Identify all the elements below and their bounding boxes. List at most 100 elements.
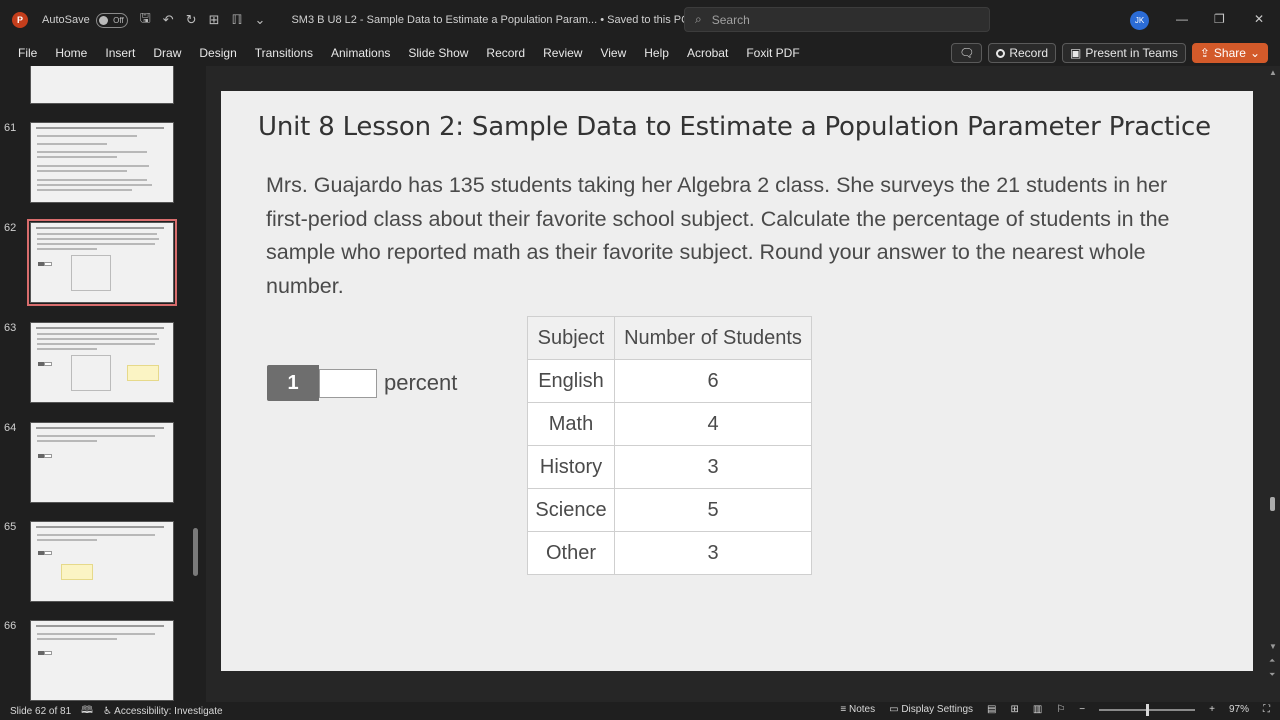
fit-to-window-icon[interactable]: ⛶ <box>1263 704 1270 715</box>
teams-icon: ▣ <box>1070 46 1082 60</box>
text-format-icon[interactable]: ℿ <box>232 12 243 28</box>
display-settings-label: Display Settings <box>901 704 974 715</box>
answer-input[interactable] <box>319 368 377 398</box>
slide-thumbnail-62[interactable] <box>27 219 177 306</box>
start-from-beginning-icon[interactable]: ⊞ <box>209 12 220 28</box>
tab-draw[interactable]: Draw <box>144 46 190 60</box>
zoom-out-icon[interactable]: − <box>1079 704 1085 715</box>
tab-slide-show[interactable]: Slide Show <box>399 46 477 60</box>
share-icon: ⇪ <box>1199 46 1210 60</box>
table-cell: 3 <box>614 531 812 575</box>
zoom-level[interactable]: 97% <box>1229 704 1249 715</box>
accessibility-icon: ♿ <box>102 705 115 717</box>
present-label: Present in Teams <box>1085 46 1178 60</box>
slide-number: 63 <box>4 322 17 334</box>
comments-button[interactable]: 🗨 <box>951 43 983 63</box>
tab-home[interactable]: Home <box>46 46 96 60</box>
scroll-up-icon[interactable]: ▲ <box>1269 68 1277 77</box>
tab-record[interactable]: Record <box>477 46 534 60</box>
slide-number: 65 <box>4 521 17 533</box>
tab-animations[interactable]: Animations <box>322 46 399 60</box>
tab-help[interactable]: Help <box>635 46 678 60</box>
tab-foxit-pdf[interactable]: Foxit PDF <box>737 46 808 60</box>
minimize-icon[interactable]: — <box>1176 12 1188 26</box>
autosave-label: AutoSave <box>42 14 90 26</box>
table-row: Science 5 <box>527 488 812 532</box>
search-icon: ⌕ <box>695 12 702 26</box>
tab-acrobat[interactable]: Acrobat <box>678 46 737 60</box>
table-header: Number of Students <box>614 316 812 360</box>
notes-button[interactable]: ≡ Notes <box>840 704 875 715</box>
search-input[interactable]: ⌕ Search <box>684 7 990 32</box>
table-header: Subject <box>527 316 615 360</box>
slide-editor: Unit 8 Lesson 2: Sample Data to Estimate… <box>206 66 1280 702</box>
slide-title[interactable]: Unit 8 Lesson 2: Sample Data to Estimate… <box>258 112 1211 142</box>
normal-view-icon[interactable]: ▤ <box>987 704 996 715</box>
slide-thumbnail-66[interactable] <box>30 620 174 701</box>
autosave-toggle[interactable]: Off <box>95 12 128 28</box>
maximize-icon[interactable]: ❐ <box>1214 12 1225 26</box>
table-cell: 5 <box>614 488 812 532</box>
slide-thumbnail-63[interactable] <box>30 322 174 403</box>
table-row: Math 4 <box>527 402 812 446</box>
slide-thumbnail-60[interactable] <box>30 66 174 104</box>
slide-show-icon[interactable]: ⚐ <box>1056 704 1065 715</box>
redo-icon[interactable]: ↻ <box>186 12 197 28</box>
ribbon-actions: 🗨 Record ▣ Present in Teams ⇪ Share ⌄ <box>951 43 1268 63</box>
share-button[interactable]: ⇪ Share ⌄ <box>1191 43 1268 63</box>
undo-icon[interactable]: ↶ <box>163 12 174 28</box>
answer-box: 1 percent <box>267 365 457 401</box>
subject-table[interactable]: Subject Number of Students English 6 Mat… <box>527 316 812 575</box>
powerpoint-logo-icon: P <box>12 12 28 28</box>
thumbnail-scrollbar[interactable] <box>193 528 198 576</box>
zoom-slider-knob[interactable] <box>1146 703 1150 716</box>
status-right: ≡ Notes ▭ Display Settings ▤ ⊞ ▥ ⚐ − + 9… <box>840 703 1270 716</box>
scroll-down-icon[interactable]: ▼ <box>1269 642 1277 651</box>
customize-toolbar-icon[interactable]: ⌄ <box>255 12 266 28</box>
record-button[interactable]: Record <box>988 43 1056 63</box>
present-in-teams-button[interactable]: ▣ Present in Teams <box>1062 43 1186 63</box>
tab-review[interactable]: Review <box>534 46 591 60</box>
tab-design[interactable]: Design <box>190 46 245 60</box>
slide-thumbnail-64[interactable] <box>30 422 174 503</box>
tab-view[interactable]: View <box>591 46 635 60</box>
chevron-down-icon: ⌄ <box>1249 46 1260 60</box>
table-row: History 3 <box>527 445 812 489</box>
close-icon[interactable]: ✕ <box>1254 12 1264 26</box>
slide-thumbnail-61[interactable] <box>30 122 174 203</box>
search-placeholder: Search <box>711 12 750 27</box>
reading-view-icon[interactable]: ▥ <box>1033 704 1042 715</box>
tab-insert[interactable]: Insert <box>96 46 144 60</box>
slide-number: 66 <box>4 620 17 632</box>
slide-thumbnails-pane[interactable]: 61 62 63 64 65 66 <box>0 66 206 702</box>
share-label: Share <box>1213 46 1246 60</box>
record-label: Record <box>1009 46 1048 60</box>
zoom-in-icon[interactable]: + <box>1209 704 1215 715</box>
display-icon: ▭ <box>889 704 902 715</box>
editor-scrollbar[interactable]: ▲ ▼ ⏶ ⏷ <box>1265 66 1280 702</box>
accessibility-status[interactable]: ♿ Accessibility: Investigate <box>103 706 223 717</box>
zoom-slider[interactable] <box>1099 703 1196 716</box>
autosave-state: Off <box>113 15 124 25</box>
slide-thumbnail-65[interactable] <box>30 521 174 602</box>
ribbon-tabs: File Home Insert Draw Design Transitions… <box>0 40 1280 66</box>
notes-label: Notes <box>848 704 876 715</box>
slide-canvas[interactable]: Unit 8 Lesson 2: Sample Data to Estimate… <box>221 91 1253 671</box>
scrollbar-thumb[interactable] <box>1270 497 1275 511</box>
table-row: Other 3 <box>527 531 812 575</box>
display-settings-button[interactable]: ▭ Display Settings <box>889 704 973 715</box>
slide-number: 62 <box>4 222 17 234</box>
avatar[interactable]: JK <box>1130 11 1149 30</box>
comment-icon: 🗨 <box>959 46 975 60</box>
slide-sorter-icon[interactable]: ⊞ <box>1010 704 1018 715</box>
spelling-icon[interactable]: 🕮 <box>81 703 93 720</box>
answer-unit-label: percent <box>384 370 458 395</box>
save-icon[interactable]: 🖫 <box>140 9 151 31</box>
next-slide-icon[interactable]: ⏷ <box>1269 670 1275 680</box>
table-cell: History <box>527 445 615 489</box>
tab-file[interactable]: File <box>0 46 46 60</box>
slide-number: 61 <box>4 122 17 134</box>
tab-transitions[interactable]: Transitions <box>246 46 322 60</box>
slide-body-text[interactable]: Mrs. Guajardo has 135 students taking he… <box>266 169 1186 303</box>
previous-slide-icon[interactable]: ⏶ <box>1269 656 1275 666</box>
